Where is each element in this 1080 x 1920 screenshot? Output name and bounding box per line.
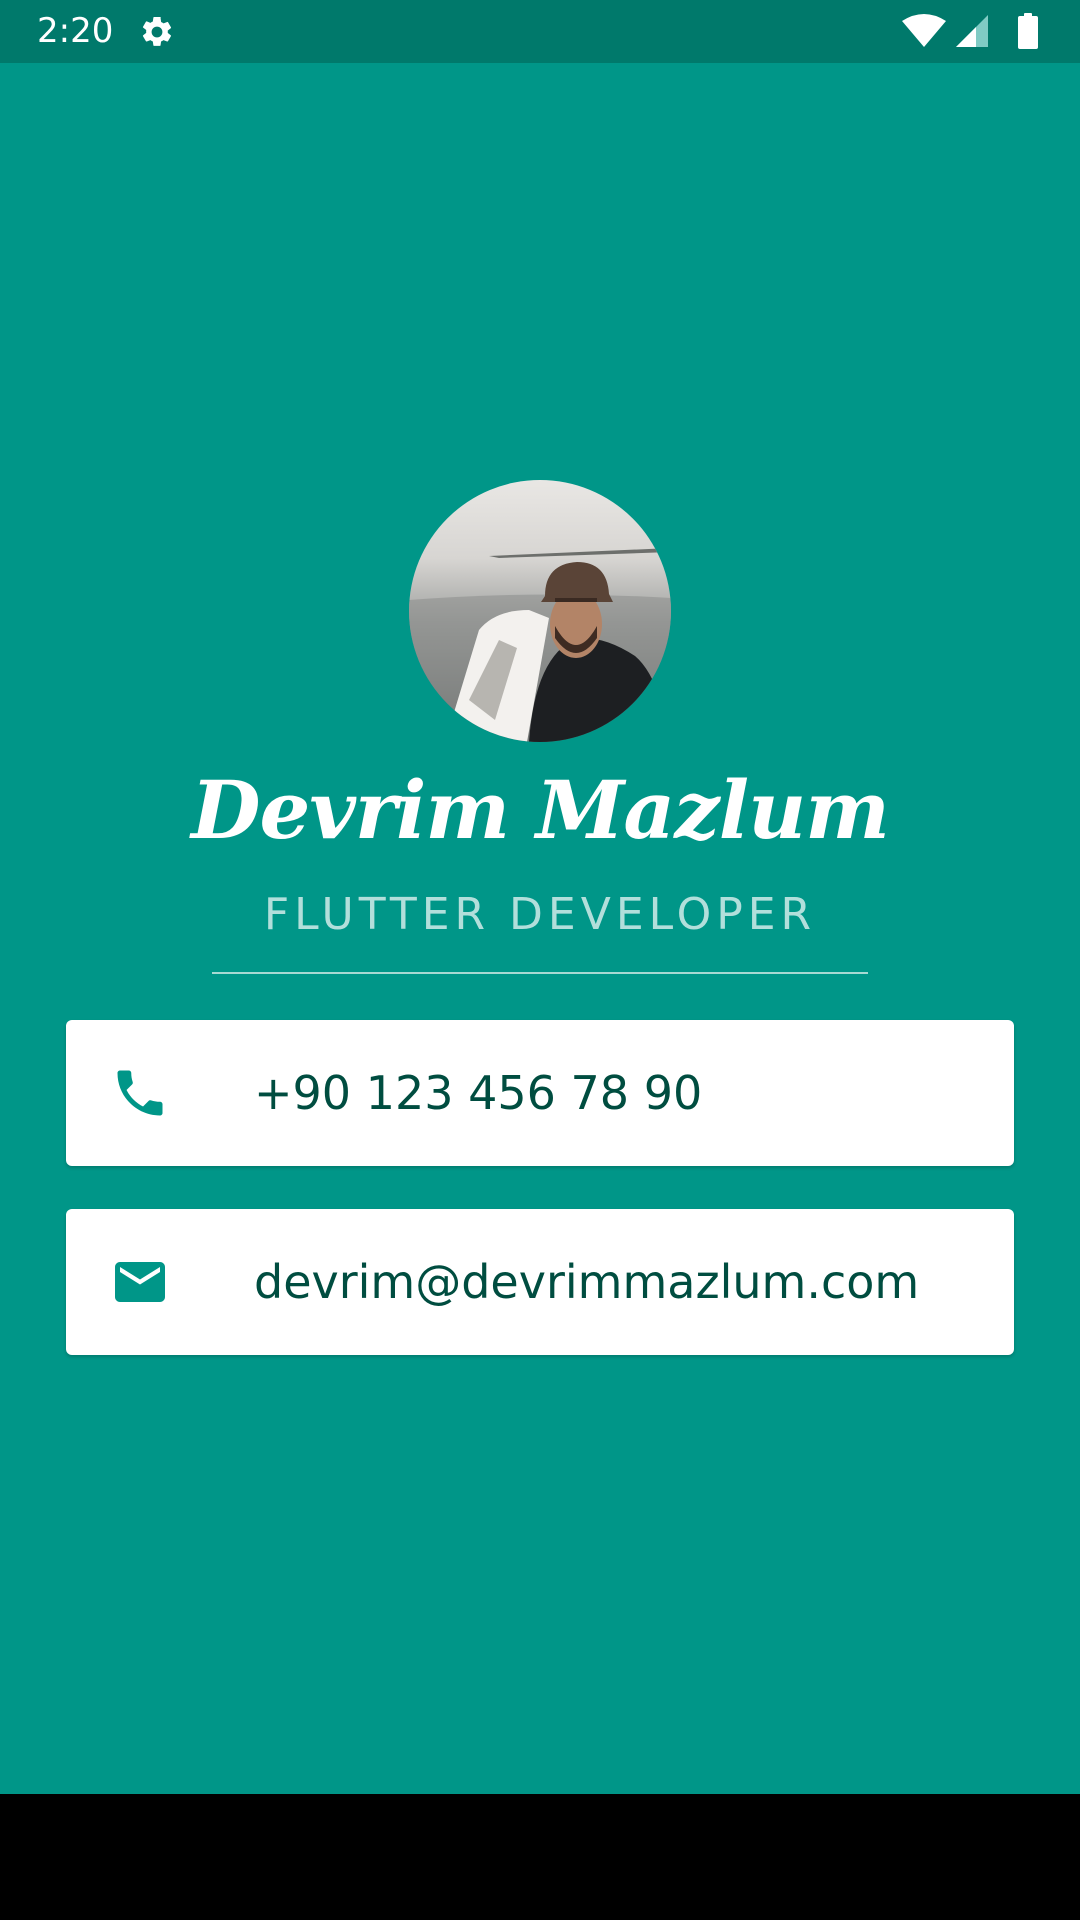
phone-card[interactable]: +90 123 456 78 90 <box>66 1020 1014 1166</box>
divider <box>212 972 868 974</box>
profile-title: FLUTTER DEVELOPER <box>263 889 817 940</box>
navigation-bar <box>0 1794 1080 1920</box>
profile-photo <box>409 480 671 742</box>
phone-icon <box>117 1070 163 1116</box>
avatar <box>409 480 671 742</box>
gear-icon <box>142 16 172 46</box>
cell-signal-icon <box>956 15 988 47</box>
status-icons <box>902 13 1038 49</box>
mail-icon <box>115 1262 165 1302</box>
wifi-icon <box>902 14 946 47</box>
email-card[interactable]: devrim@devrimmazlum.com <box>66 1209 1014 1355</box>
email-address: devrim@devrimmazlum.com <box>254 1255 920 1309</box>
battery-icon <box>1018 13 1038 49</box>
status-bar: 2:20 <box>0 0 1080 63</box>
phone-number: +90 123 456 78 90 <box>254 1066 703 1120</box>
profile-name: Devrim Mazlum <box>191 763 890 857</box>
status-time: 2:20 <box>37 11 114 51</box>
